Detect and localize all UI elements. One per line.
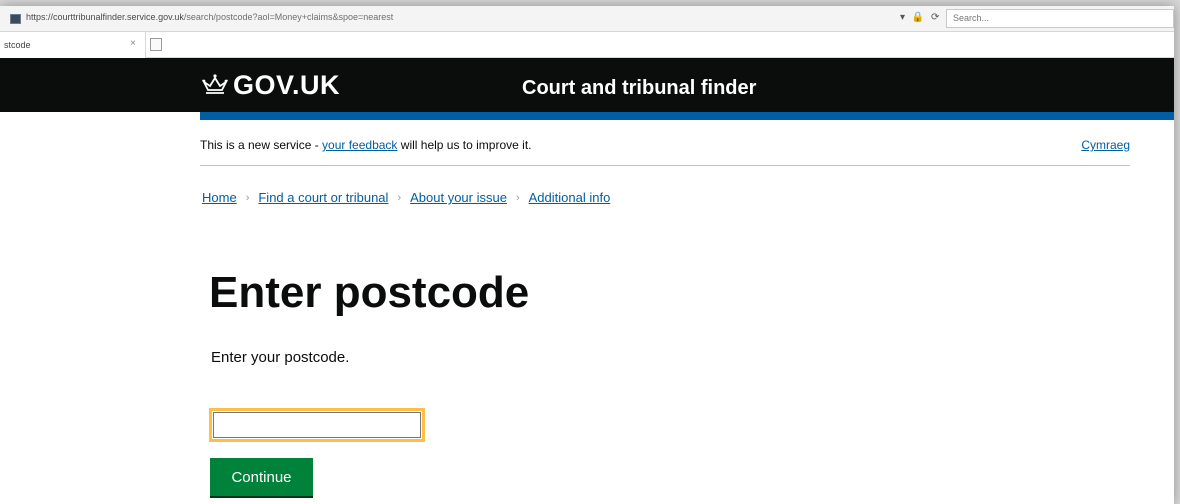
page-title: Enter postcode — [209, 268, 530, 317]
breadcrumb: Home › Find a court or tribunal › About … — [202, 190, 610, 205]
breadcrumb-separator: › — [515, 191, 520, 204]
breadcrumb-separator: › — [245, 191, 250, 204]
tab-postcode[interactable]: stcode × — [0, 32, 146, 58]
feedback-link[interactable]: your feedback — [322, 138, 397, 152]
cymraeg-link[interactable]: Cymraeg — [1081, 138, 1130, 152]
browser-window: https://courttribunalfinder.service.gov.… — [0, 6, 1174, 504]
address-bar[interactable]: https://courttribunalfinder.service.gov.… — [0, 6, 1174, 32]
browser-search-input[interactable]: Search... — [946, 9, 1174, 28]
tab-label: stcode — [4, 40, 31, 50]
postcode-hint: Enter your postcode. — [211, 349, 350, 366]
header-accent-bar — [200, 112, 1174, 120]
breadcrumb-find-court[interactable]: Find a court or tribunal — [258, 190, 388, 205]
breadcrumb-additional-info[interactable]: Additional info — [529, 190, 611, 205]
service-name-link[interactable]: Court and tribunal finder — [522, 77, 756, 100]
new-tab-icon[interactable] — [150, 38, 162, 51]
url-host: https://courttribunalfinder.service.gov.… — [26, 12, 184, 22]
phase-banner: This is a new service - your feedback wi… — [200, 132, 1130, 166]
url-field[interactable]: https://courttribunalfinder.service.gov.… — [26, 12, 546, 22]
site-favicon-icon — [10, 14, 21, 24]
phase-banner-text: This is a new service - your feedback wi… — [200, 138, 532, 152]
breadcrumb-home[interactable]: Home — [202, 190, 237, 205]
govuk-logo-link[interactable]: GOV.UK — [233, 70, 340, 101]
address-controls[interactable]: ▾ 🔒 ⟳ — [900, 12, 941, 23]
tab-close-icon[interactable]: × — [130, 38, 136, 49]
phase-text-after: will help us to improve it. — [397, 138, 532, 152]
breadcrumb-separator: › — [397, 191, 402, 204]
url-path: /search/postcode?aol=Money+claims&spoe=n… — [183, 12, 394, 22]
crown-icon — [201, 74, 229, 94]
tab-bar: stcode × — [0, 32, 1174, 58]
phase-text-before: This is a new service - — [200, 138, 323, 152]
breadcrumb-about-issue[interactable]: About your issue — [410, 190, 507, 205]
continue-button[interactable]: Continue — [210, 458, 313, 496]
postcode-input[interactable] — [209, 408, 425, 442]
